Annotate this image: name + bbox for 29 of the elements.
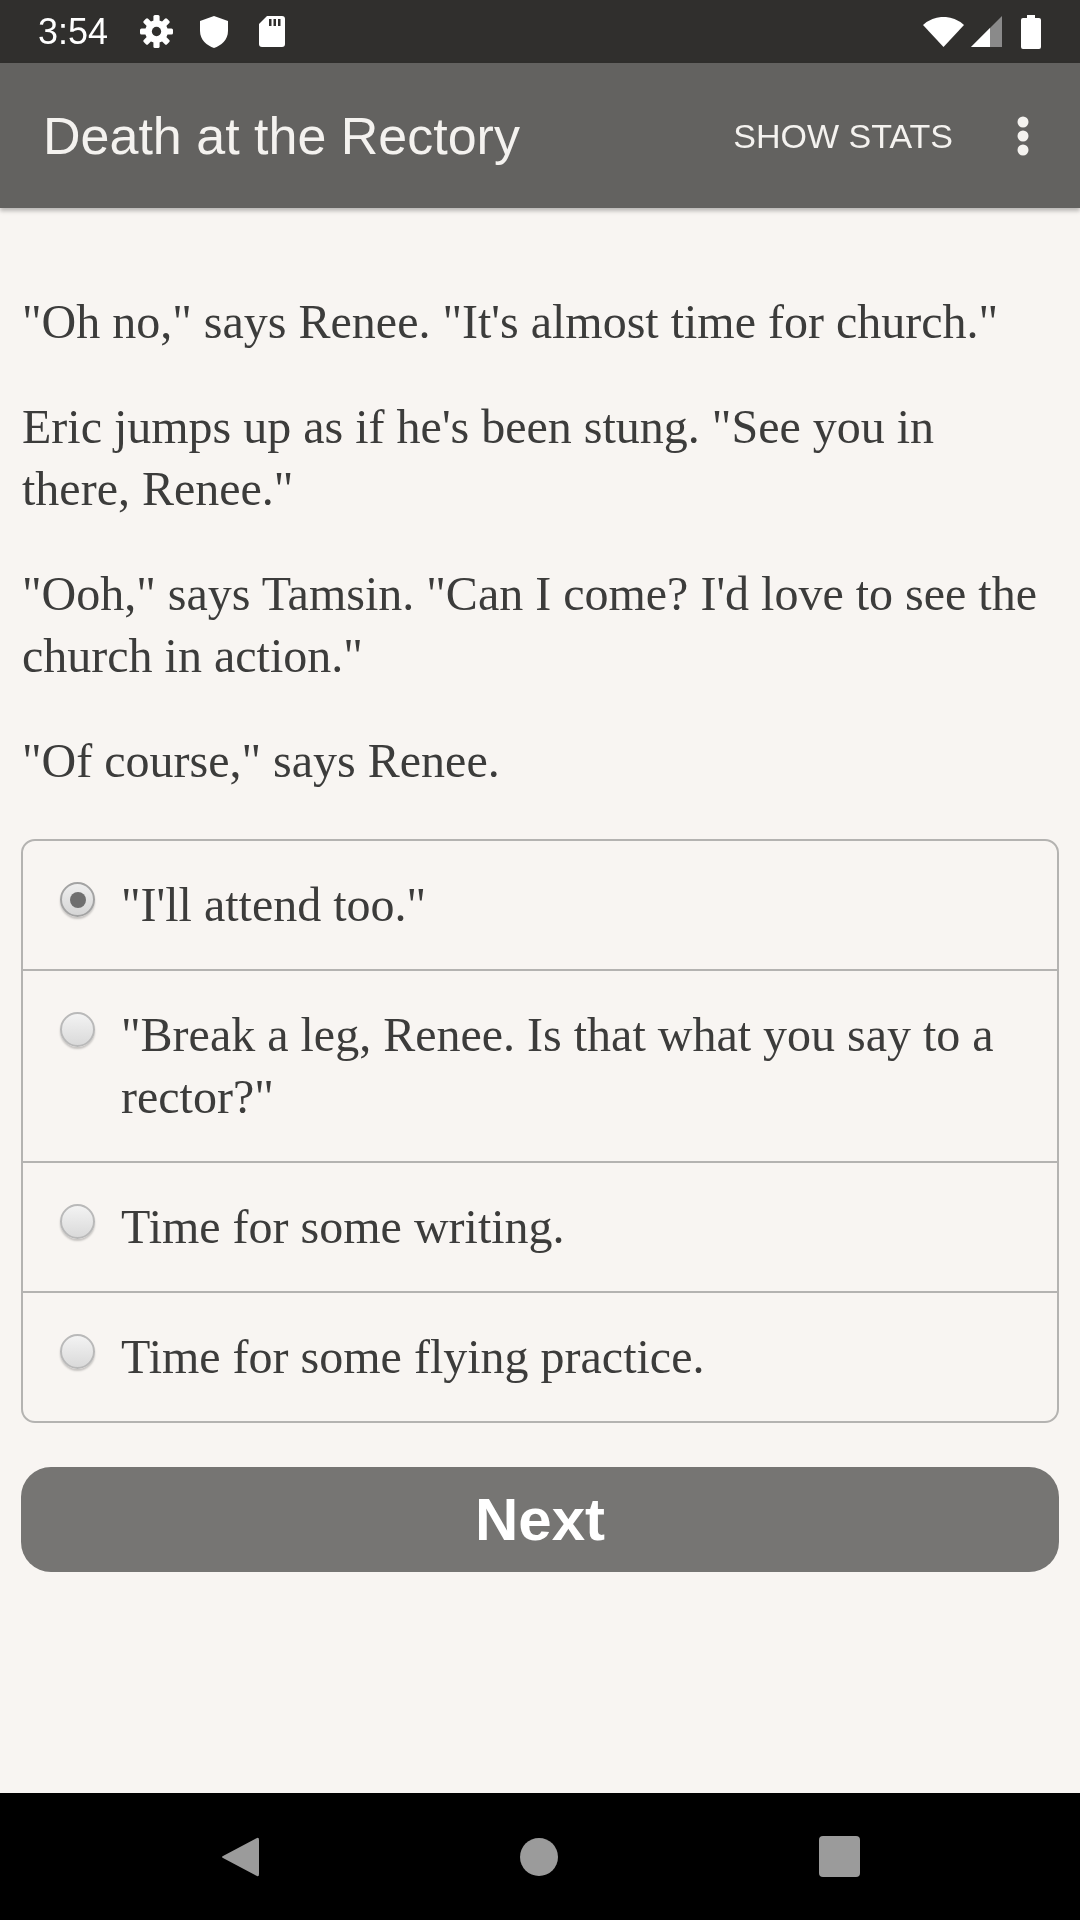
next-button[interactable]: Next — [21, 1467, 1059, 1572]
radio-button[interactable] — [60, 1204, 95, 1239]
choice-label: Time for some writing. — [121, 1199, 565, 1255]
show-stats-button[interactable]: SHOW STATS — [727, 108, 959, 163]
story-paragraph: "Of course," says Renee. — [22, 733, 501, 789]
home-icon[interactable] — [519, 1837, 558, 1876]
more-options-icon[interactable] — [1017, 115, 1029, 156]
sd-card-icon — [259, 16, 286, 47]
wifi-icon — [923, 16, 964, 47]
recent-apps-icon[interactable] — [818, 1836, 860, 1877]
story-paragraph: "Ooh," says Tamsin. "Can I come? I'd love to see the church in action." — [22, 566, 1038, 684]
choice-label: Time for some flying practice. — [121, 1329, 705, 1385]
choice-option[interactable]: "Break a leg, Renee. Is that what you say to a rector?" — [23, 969, 1057, 1161]
battery-icon — [1021, 14, 1041, 49]
shield-icon — [200, 15, 229, 48]
story-paragraph: Eric jumps up as if he's been stung. "See you in there, Renee." — [22, 399, 936, 517]
choice-label: "Break a leg, Renee. Is that what you say to a rector?" — [121, 1007, 995, 1125]
gear-icon — [140, 15, 174, 48]
story-paragraph: "Oh no," says Renee. "It's almost time for church." — [22, 294, 1000, 350]
radio-button[interactable] — [60, 1334, 95, 1369]
radio-button[interactable] — [60, 1012, 95, 1047]
back-icon[interactable] — [220, 1835, 259, 1878]
choice-option[interactable]: Time for some writing. — [23, 1161, 1057, 1291]
choice-option[interactable]: Time for some flying practice. — [23, 1291, 1057, 1421]
choice-option[interactable]: "I'll attend too." — [23, 841, 1057, 969]
radio-button[interactable] — [60, 882, 95, 917]
status-time: 3:54 — [38, 13, 109, 50]
signal-icon — [971, 16, 1002, 47]
choice-label: "I'll attend too." — [121, 877, 427, 933]
